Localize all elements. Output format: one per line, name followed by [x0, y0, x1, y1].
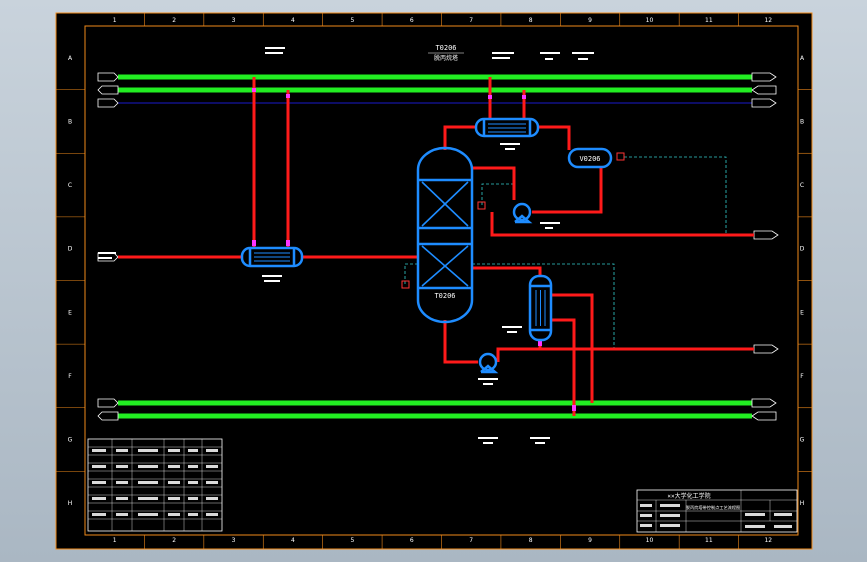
grid-column-label: 3: [232, 17, 236, 24]
grid-row-label: B: [68, 118, 72, 125]
grid-row-label: D: [800, 246, 805, 253]
title-block-school: ××大学化工学院: [667, 492, 710, 500]
grid-column-label: 5: [350, 17, 354, 24]
grid-row-label: E: [800, 309, 804, 316]
grid-column-label: 8: [529, 537, 533, 544]
grid-row-label: B: [800, 118, 804, 125]
grid-column-label: 7: [469, 17, 473, 24]
grid-column-label: 7: [469, 537, 473, 544]
reflux-drum-tag: V0206: [579, 155, 600, 163]
grid-column-label: 12: [764, 537, 772, 544]
grid-column-label: 2: [172, 17, 176, 24]
grid-column-label: 2: [172, 537, 176, 544]
drawing-sheet: [55, 12, 813, 550]
grid-row-label: F: [800, 373, 804, 380]
column-title-sub: 脱丙烷塔: [434, 54, 458, 62]
grid-row-label: D: [68, 246, 73, 253]
title-block-drawing-name: 脱丙烷塔带控制点工艺流程图: [686, 504, 740, 511]
grid-row-label: H: [800, 500, 805, 507]
grid-column-label: 6: [410, 537, 414, 544]
column-tag: T0206: [434, 292, 455, 300]
grid-column-label: 5: [350, 537, 354, 544]
grid-column-label: 4: [291, 537, 295, 544]
grid-column-label: 11: [705, 537, 713, 544]
grid-row-label: C: [800, 182, 804, 189]
grid-row-label: E: [68, 309, 72, 316]
grid-row-label: G: [68, 437, 73, 444]
grid-column-label: 10: [646, 17, 654, 24]
grid-column-label: 9: [588, 537, 592, 544]
grid-row-label: F: [68, 373, 72, 380]
grid-column-label: 1: [113, 17, 117, 24]
column-title-tag: T0206: [435, 44, 456, 52]
grid-row-label: H: [68, 500, 73, 507]
grid-column-label: 6: [410, 17, 414, 24]
grid-column-label: 12: [764, 17, 772, 24]
grid-row-label: C: [68, 182, 72, 189]
grid-column-label: 8: [529, 17, 533, 24]
grid-row-label: G: [800, 437, 805, 444]
grid-column-label: 10: [646, 537, 654, 544]
grid-column-label: 3: [232, 537, 236, 544]
grid-column-label: 9: [588, 17, 592, 24]
pid-drawing: 112233445566778899101011111212A AB BC CD DE E…: [55, 12, 813, 550]
grid-column-label: 4: [291, 17, 295, 24]
grid-column-label: 1: [113, 537, 117, 544]
grid-column-label: 11: [705, 17, 713, 24]
